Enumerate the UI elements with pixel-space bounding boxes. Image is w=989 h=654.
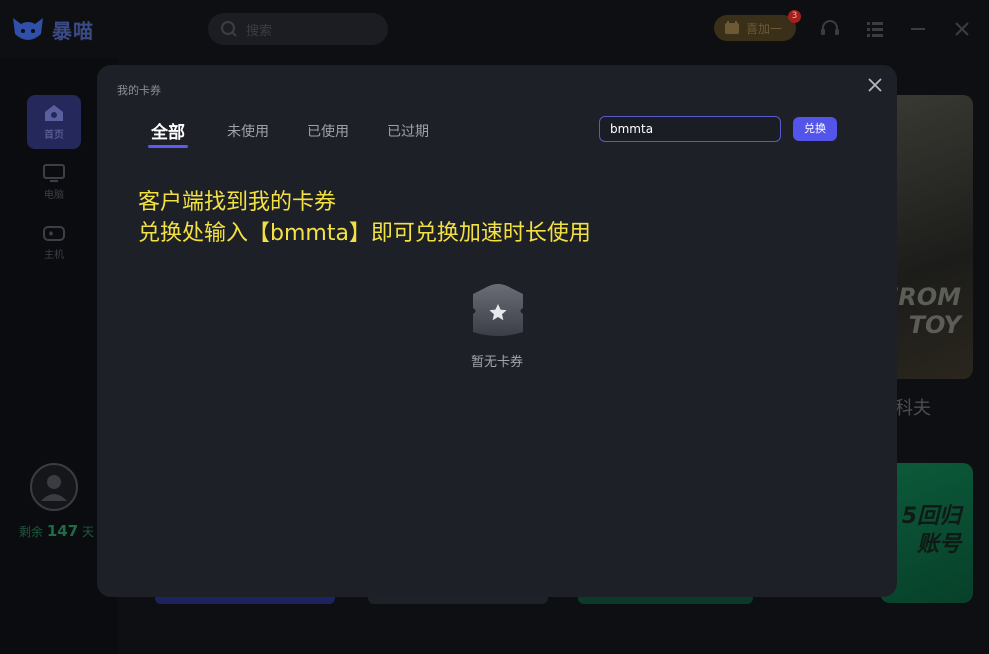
- redeem-code-input[interactable]: [599, 116, 781, 142]
- promo-card-text: 5回归 账号: [901, 504, 961, 557]
- card-strip: [578, 596, 753, 604]
- avatar[interactable]: [30, 463, 78, 511]
- sidebar-item-pc[interactable]: 电脑: [27, 155, 81, 209]
- nav-label-pc: 电脑: [44, 190, 64, 201]
- window-close-icon[interactable]: [951, 18, 973, 40]
- card-strip: [155, 596, 335, 604]
- brand-name: 暴喵: [52, 18, 94, 43]
- remaining-days: 剩余 147 天: [19, 522, 94, 540]
- top-bar: 暴喵 搜索 喜加一 3: [0, 0, 989, 58]
- notification-badge: 3: [788, 10, 801, 23]
- free-game-label: 喜加一: [746, 21, 783, 36]
- nav-label-console: 主机: [44, 250, 64, 261]
- instruction-line-1: 客户端找到我的卡券: [138, 190, 337, 215]
- sidebar-item-home[interactable]: 首页: [27, 95, 81, 149]
- headset-icon[interactable]: [819, 18, 841, 40]
- tab-used[interactable]: 已使用: [306, 121, 350, 143]
- coupon-dialog: 我的卡券 全部 未使用 已使用 已过期 兑换 客户端找到我的卡券 兑换处输入【b…: [97, 65, 897, 597]
- search-placeholder: 搜索: [246, 23, 273, 39]
- search-icon: [221, 21, 237, 37]
- minimize-icon[interactable]: [907, 18, 929, 40]
- tab-expired[interactable]: 已过期: [386, 121, 430, 143]
- redeem-button[interactable]: 兑换: [793, 117, 837, 141]
- dialog-title: 我的卡券: [117, 84, 161, 97]
- remain-prefix: 剩余: [19, 525, 44, 539]
- search-box[interactable]: 搜索: [208, 13, 388, 45]
- remain-suffix: 天: [81, 525, 94, 539]
- gamepad-icon: [43, 226, 65, 241]
- monitor-icon: [43, 164, 65, 182]
- remain-days-value: 147: [46, 522, 79, 540]
- logo: 暴喵: [10, 14, 94, 44]
- game-card-caption: 科夫: [895, 398, 931, 419]
- sidebar-item-console[interactable]: 主机: [27, 215, 81, 269]
- menu-icon[interactable]: [864, 18, 886, 40]
- empty-state-text: 暂无卡券: [470, 355, 523, 370]
- ticket-star-icon: [473, 284, 523, 336]
- active-tab-indicator: [148, 145, 188, 148]
- free-game-button[interactable]: 喜加一: [714, 15, 796, 41]
- coupon-tabs: 全部 未使用 已使用 已过期: [148, 118, 430, 143]
- tab-all[interactable]: 全部: [148, 118, 188, 143]
- nav-label-home: 首页: [44, 130, 64, 141]
- card-strip: [368, 596, 548, 604]
- instruction-line-2: 兑换处输入【bmmta】即可兑换加速时长使用: [138, 221, 591, 246]
- close-icon[interactable]: [867, 77, 883, 93]
- calendar-plus-icon: [725, 21, 739, 34]
- user-icon: [41, 475, 67, 501]
- redeem-instructions: 客户端找到我的卡券 兑换处输入【bmmta】即可兑换加速时长使用: [138, 187, 591, 249]
- cat-logo-icon: [13, 18, 43, 40]
- tab-unused[interactable]: 未使用: [226, 121, 270, 143]
- home-icon: [45, 105, 63, 121]
